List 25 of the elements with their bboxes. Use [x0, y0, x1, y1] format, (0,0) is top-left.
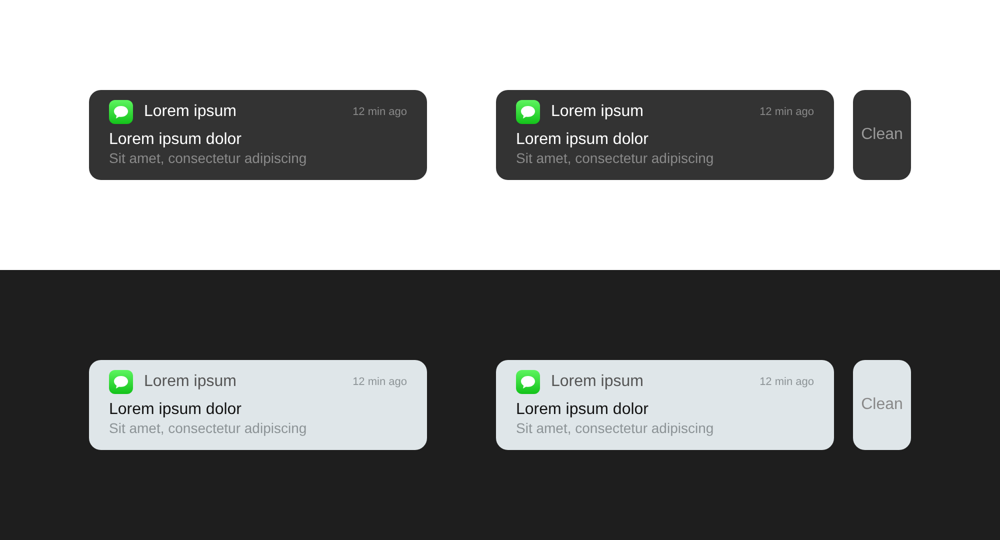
timestamp: 12 min ago [760, 376, 814, 388]
notification-body: Sit amet, consectetur adipiscing [109, 150, 308, 167]
notification-title: Lorem ipsum dolor [109, 400, 242, 420]
app-name: Lorem ipsum [551, 373, 644, 391]
notification-title: Lorem ipsum dolor [516, 400, 650, 420]
notification-card[interactable]: Lorem ipsum 12 min ago Lorem ipsum dolor Sit amet, consectetur adipiscing [496, 90, 834, 180]
notification-body: Sit amet, consectetur adipiscing [109, 420, 308, 437]
notification-body: Sit amet, consectetur adipiscing [516, 420, 715, 437]
notification-card[interactable]: Lorem ipsum 12 min ago Lorem ipsum dolor Sit amet, consectetur adipiscing [89, 90, 427, 180]
timestamp: 12 min ago [352, 106, 407, 118]
notification-body: Sit amet, consectetur adipiscing [516, 150, 715, 167]
timestamp: 12 min ago [352, 376, 407, 388]
app-name: Lorem ipsum [144, 103, 236, 121]
app-name: Lorem ipsum [144, 373, 236, 391]
clean-button[interactable]: Clean [853, 90, 911, 180]
message-icon [516, 370, 540, 394]
message-icon [109, 100, 133, 124]
app-name: Lorem ipsum [551, 103, 644, 121]
notification-card[interactable]: Lorem ipsum 12 min ago Lorem ipsum dolor Sit amet, consectetur adipiscing [89, 360, 427, 450]
notification-title: Lorem ipsum dolor [516, 130, 650, 150]
notification-card[interactable]: Lorem ipsum 12 min ago Lorem ipsum dolor Sit amet, consectetur adipiscing [496, 360, 834, 450]
message-icon [109, 370, 133, 394]
message-icon [516, 100, 540, 124]
timestamp: 12 min ago [760, 106, 814, 118]
notification-title: Lorem ipsum dolor [109, 130, 242, 150]
